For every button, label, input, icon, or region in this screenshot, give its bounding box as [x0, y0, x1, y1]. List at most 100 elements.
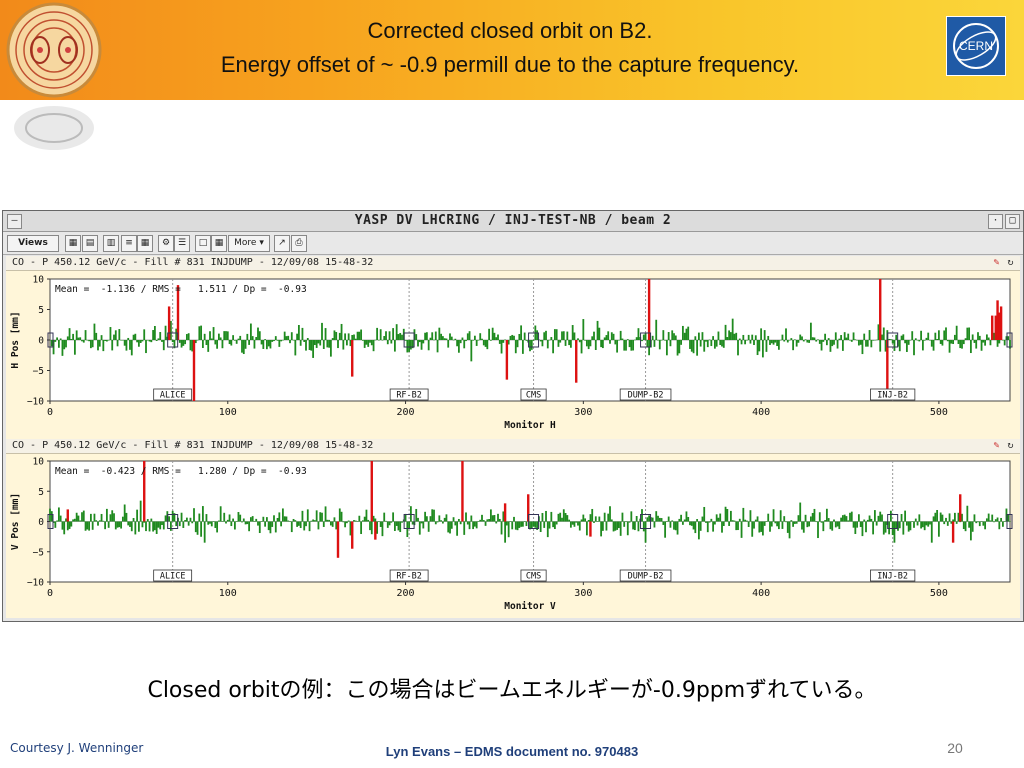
bpm-bar: [116, 340, 119, 347]
bpm-bar: [998, 521, 1001, 530]
panel-v-config-icon[interactable]: ✎: [991, 440, 1002, 451]
bpm-bar: [664, 340, 667, 341]
maximize-icon[interactable]: □: [1005, 214, 1020, 229]
bpm-bar: [699, 340, 702, 347]
panel-v-refresh-icon[interactable]: ↻: [1005, 440, 1016, 451]
columns-icon[interactable]: ▥: [103, 235, 119, 252]
bpm-bar: [397, 521, 400, 531]
bpm-bar: [737, 521, 739, 531]
bpm-bar: [936, 509, 939, 522]
bpm-bar: [521, 521, 524, 527]
bpm-bar: [525, 521, 528, 527]
bpm-bar: [937, 521, 940, 537]
views-button[interactable]: Views: [7, 235, 59, 252]
bpm-bar: [374, 339, 377, 341]
bpm-bar: [233, 340, 236, 341]
bpm-bar: [347, 333, 350, 340]
bpm-bar: [975, 340, 978, 349]
bpm-bar: [932, 340, 935, 351]
bpm-bar: [79, 337, 82, 340]
bpm-bar: [676, 340, 679, 356]
bpm-bar: [292, 518, 295, 522]
tiles-icon[interactable]: ▦: [137, 235, 153, 252]
bpm-bar: [68, 521, 71, 529]
bpm-bar: [802, 340, 805, 342]
bpm-bar: [767, 335, 770, 340]
bpm-bar: [564, 340, 567, 346]
bpm-bar: [569, 521, 572, 528]
bpm-bar: [162, 340, 165, 351]
bpm-bar: [712, 521, 715, 532]
bpm-bar: [651, 517, 654, 522]
bpm-bar: [959, 340, 962, 349]
bpm-bar: [603, 337, 606, 340]
bpm-bar: [482, 520, 485, 522]
bpm-bar: [943, 521, 946, 525]
panel-h-config-icon[interactable]: ✎: [991, 257, 1002, 268]
bpm-bar: [228, 340, 231, 345]
export-icon[interactable]: ↗: [274, 235, 290, 252]
list-icon[interactable]: ☰: [174, 235, 190, 252]
bpm-bar: [328, 519, 331, 522]
bpm-bar: [235, 521, 238, 522]
marker-label: DUMP-B2: [628, 572, 664, 582]
bpm-bar: [920, 330, 923, 340]
bpm-bar: [509, 521, 512, 522]
more-button[interactable]: More ▾: [228, 235, 270, 252]
bpm-bar: [676, 521, 679, 535]
bpm-bar: [561, 331, 563, 340]
grid-view-icon[interactable]: ▦: [65, 235, 81, 252]
bpm-bar: [513, 516, 515, 522]
bpm-bar: [745, 340, 748, 341]
bpm-bar: [683, 519, 686, 522]
bpm-bar: [328, 340, 331, 348]
window-titlebar[interactable]: — YASP DV LHCRING / INJ-TEST-NB / beam 2…: [3, 211, 1023, 232]
bpm-bar: [550, 511, 553, 522]
bpm-bar: [445, 338, 448, 340]
bpm-bar: [630, 340, 633, 351]
settings-icon[interactable]: ⚙: [158, 235, 174, 252]
bpm-bar: [969, 521, 972, 541]
bpm-bar: [916, 340, 919, 341]
bpm-bar: [265, 517, 268, 522]
rows-icon[interactable]: ≡: [121, 235, 137, 252]
blank-icon[interactable]: □: [195, 235, 211, 252]
bpm-bar: [776, 521, 779, 527]
split-view-icon[interactable]: ▤: [82, 235, 98, 252]
print-icon[interactable]: ⎙: [291, 235, 307, 252]
bpm-bar: [141, 340, 144, 342]
bpm-bar: [744, 340, 747, 345]
bpm-bar: [833, 519, 835, 522]
bpm-bar: [982, 340, 985, 343]
bpm-bar: [185, 517, 188, 522]
bpm-bar: [893, 340, 896, 351]
bpm-bar: [196, 340, 199, 341]
bpm-bar: [721, 340, 723, 347]
bpm-bar: [545, 510, 547, 522]
bpm-bar: [763, 330, 766, 340]
bpm-bar: [905, 340, 908, 352]
bpm-bar: [123, 504, 126, 522]
bpm-bar: [161, 521, 163, 525]
bpm-bar: [125, 512, 128, 522]
bpm-bar: [557, 513, 560, 522]
bpm-bar: [667, 332, 670, 340]
bpm-bar: [667, 516, 670, 522]
bpm-bar: [697, 332, 700, 340]
bpm-bar: [660, 340, 663, 341]
bpm-bar: [299, 521, 302, 529]
bpm-bar: [290, 521, 293, 533]
bpm-bar: [610, 519, 613, 522]
bpm-bar: [340, 511, 343, 522]
bpm-bar: [361, 520, 364, 522]
bpm-bar: [850, 340, 853, 342]
x-tick-label: 0: [47, 588, 53, 599]
minimize-icon[interactable]: ·: [988, 214, 1003, 229]
bpm-bar: [868, 330, 871, 340]
table-icon[interactable]: ▦: [211, 235, 227, 252]
bpm-bar: [772, 340, 775, 345]
bpm-bar: [657, 515, 659, 522]
bpm-bar: [479, 519, 482, 522]
panel-h-refresh-icon[interactable]: ↻: [1005, 257, 1016, 268]
bpm-bar: [481, 514, 483, 522]
